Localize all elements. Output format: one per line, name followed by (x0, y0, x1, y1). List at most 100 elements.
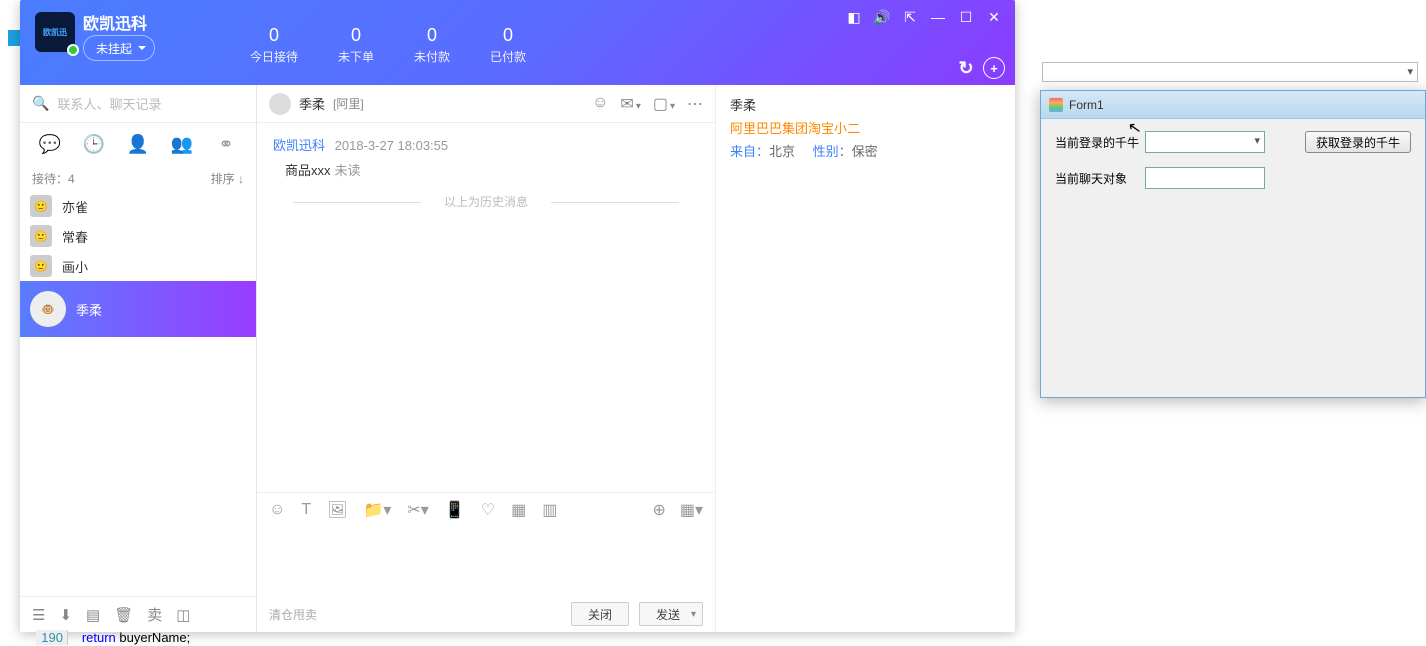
stat-noorder[interactable]: 0未下单 (338, 25, 374, 65)
chat-avatar (269, 93, 291, 115)
info-panel: 季柔 阿里巴巴集团淘宝小二 来自：北京 性别：保密 (715, 85, 1015, 632)
avatar: 🐵 (30, 291, 66, 327)
label-current-chat: 当前聊天对象 (1055, 170, 1139, 187)
search-input[interactable]: 🔍 联系人、聊天记录 (20, 85, 256, 123)
info-meta: 来自：北京 性别：保密 (730, 141, 1001, 160)
message-block: 欧凯迅科 2018-3-27 18:03:55 商品xxx未读 (273, 135, 699, 179)
close-icon[interactable]: ✕ (981, 4, 1007, 30)
chat-contact-name: 季柔 (299, 94, 325, 113)
clearance-link[interactable]: 清仓甩卖 (269, 606, 317, 623)
form1-row-login: 当前登录的千牛 获取登录的千牛 (1055, 131, 1411, 153)
header-stats: 0今日接待 0未下单 0未付款 0已付款 (250, 25, 526, 65)
msg-time: 2018-3-27 18:03:55 (335, 138, 448, 153)
cut-icon[interactable]: ✂▾ (407, 500, 428, 520)
avatar: 🙂 (30, 195, 52, 217)
chat-actions: ☺ ✉ ▢ ⋯ (592, 94, 703, 114)
tab-group-icon[interactable]: 👥 (169, 131, 195, 157)
send-button[interactable]: 发送 (639, 602, 703, 626)
list-header: 接待：4 排序 ↓ (20, 165, 256, 191)
form1-window: Form1 当前登录的千牛 获取登录的千牛 当前聊天对象 (1040, 90, 1426, 398)
vs-combo[interactable] (1042, 62, 1418, 82)
tab-team-icon[interactable]: ⚭ (213, 131, 239, 157)
tab-recent-icon[interactable]: 🕒 (81, 131, 107, 157)
online-status-dot (67, 44, 79, 56)
form1-body: 当前登录的千牛 获取登录的千牛 当前聊天对象 (1041, 119, 1425, 215)
sort-button[interactable]: 排序 ↓ (211, 170, 244, 187)
card-icon[interactable]: ▥ (542, 500, 557, 520)
refresh-icon[interactable]: ↻ (955, 57, 977, 79)
calc-icon[interactable]: ▦ (511, 500, 526, 520)
sell-icon[interactable]: 卖 (147, 604, 162, 625)
pin-icon[interactable]: ⇱ (897, 4, 923, 30)
history-divider: 以上为历史消息 (273, 193, 699, 210)
contact-item[interactable]: 🙂亦雀 (20, 191, 256, 221)
video-action-icon[interactable]: ▢ (653, 94, 675, 114)
message-input[interactable] (257, 526, 715, 596)
app-title: 欧凯迅科 (83, 10, 147, 34)
contact-item[interactable]: 🙂常春 (20, 221, 256, 251)
fastreply-icon[interactable]: ⊕ (652, 500, 665, 520)
combo-qianniu[interactable] (1145, 131, 1265, 153)
sidebar-bottom: ☰ ⬇ ▤ 🗑 卖 ◫ (20, 596, 256, 632)
layout-icon[interactable]: ◫ (176, 606, 190, 624)
mail-action-icon[interactable]: ✉ (620, 94, 640, 114)
editor-left-strip (8, 30, 20, 46)
text-chat-target[interactable] (1145, 167, 1265, 189)
heart-icon[interactable]: ♡ (481, 500, 495, 520)
tab-contact-icon[interactable]: 👤 (125, 131, 151, 157)
avatar: 🙂 (30, 225, 52, 247)
form1-row-chat: 当前聊天对象 (1055, 167, 1411, 189)
contact-item-selected[interactable]: 🐵季柔 (20, 281, 256, 337)
msg-sender: 欧凯迅科 (273, 138, 325, 153)
folder-icon[interactable]: 📁▾ (363, 500, 391, 520)
font-icon[interactable]: T (301, 501, 311, 519)
form1-titlebar[interactable]: Form1 (1041, 91, 1425, 119)
contact-list: 🙂亦雀 🙂常春 🙂画小 🐵季柔 (20, 191, 256, 337)
msg-status: 未读 (335, 163, 361, 178)
maximize-icon[interactable]: ☐ (953, 4, 979, 30)
contact-item[interactable]: 🙂画小 (20, 251, 256, 281)
im-header: 欧凯迅 欧凯迅科 未挂起 0今日接待 0未下单 0未付款 0已付款 ◧ 🔊 ⇱ … (20, 0, 1015, 85)
im-window: 欧凯迅 欧凯迅科 未挂起 0今日接待 0未下单 0未付款 0已付款 ◧ 🔊 ⇱ … (20, 0, 1015, 632)
emoji-icon[interactable]: ☺ (269, 501, 285, 519)
menu-icon[interactable]: ☰ (32, 606, 45, 624)
emoji-action-icon[interactable]: ☺ (592, 94, 608, 114)
close-button[interactable]: 关闭 (571, 602, 629, 626)
tab-chat-icon[interactable]: 💬 (37, 131, 63, 157)
editor-footer: 清仓甩卖 关闭 发送 (257, 596, 715, 632)
sidebar: 🔍 联系人、聊天记录 💬 🕒 👤 👥 ⚭ 接待：4 排序 ↓ 🙂亦雀 🙂常春 🙂… (20, 85, 257, 632)
download-icon[interactable]: ⬇ (59, 606, 72, 624)
chat-pane: 季柔 [阿里] ☺ ✉ ▢ ⋯ 欧凯迅科 2018-3-27 18:03:55 … (257, 85, 715, 632)
robot-icon[interactable]: ▦▾ (680, 500, 703, 520)
search-placeholder: 联系人、聊天记录 (57, 94, 161, 113)
msg-body: 商品xxx未读 (285, 160, 699, 179)
get-login-button[interactable]: 获取登录的千牛 (1305, 131, 1411, 153)
avatar: 🙂 (30, 255, 52, 277)
chat-contact-tag: [阿里] (333, 95, 364, 112)
collapse-icon[interactable]: ▤ (86, 606, 100, 624)
minimize-icon[interactable]: — (925, 4, 951, 30)
editor-toolbar: ☺ T 🖼 📁▾ ✂▾ 📱 ♡ ▦ ▥ ⊕ ▦▾ (257, 492, 715, 526)
form1-app-icon (1049, 98, 1063, 112)
skin-icon[interactable]: ◧ (841, 4, 867, 30)
search-icon: 🔍 (32, 95, 49, 112)
volume-icon[interactable]: 🔊 (869, 4, 895, 30)
more-action-icon[interactable]: ⋯ (687, 94, 703, 114)
reception-count: 接待：4 (32, 170, 75, 187)
info-org: 阿里巴巴集团淘宝小二 (730, 118, 1001, 137)
code-editor-peek: 190 return buyerName; (36, 630, 190, 646)
message-area: 欧凯迅科 2018-3-27 18:03:55 商品xxx未读 以上为历史消息 (257, 123, 715, 492)
status-dropdown[interactable]: 未挂起 (83, 35, 155, 61)
stat-today[interactable]: 0今日接待 (250, 25, 298, 65)
code-keyword: return (82, 630, 116, 645)
stat-paid[interactable]: 0已付款 (490, 25, 526, 65)
header-right-icons: ↻ + (955, 57, 1005, 79)
phone-icon[interactable]: 📱 (445, 500, 465, 520)
image-icon[interactable]: 🖼 (327, 500, 347, 520)
line-number: 190 (36, 630, 68, 645)
info-contact-name: 季柔 (730, 95, 1001, 114)
stat-unpaid[interactable]: 0未付款 (414, 25, 450, 65)
add-icon[interactable]: + (983, 57, 1005, 79)
delete-icon[interactable]: 🗑 (114, 606, 133, 624)
code-ident: buyerName; (116, 630, 190, 645)
